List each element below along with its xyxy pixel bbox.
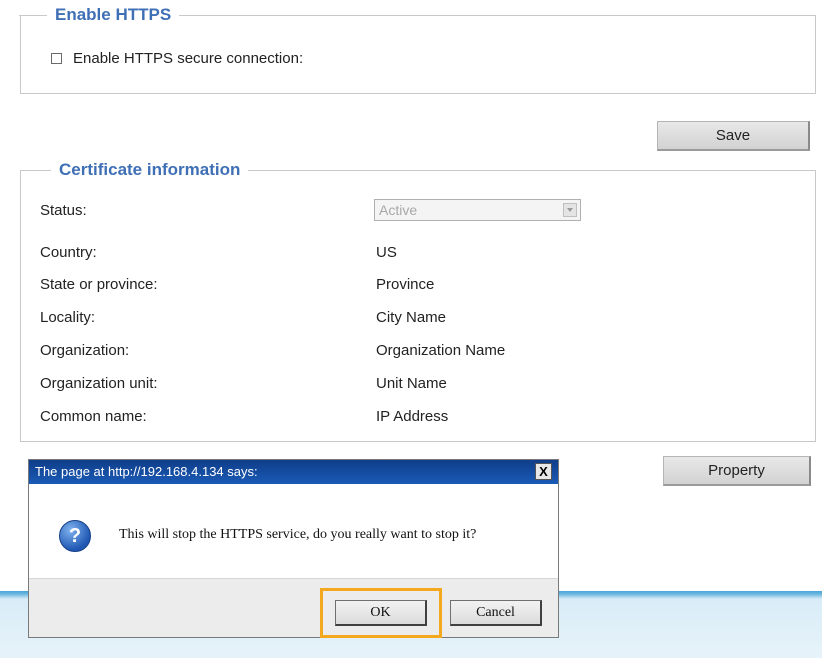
enable-https-row: Enable HTTPS secure connection: (51, 50, 303, 67)
common-name-label: Common name: (40, 408, 147, 425)
state-label: State or province: (40, 276, 158, 293)
certificate-legend: Certificate information (22, 160, 249, 180)
status-label: Status: (40, 202, 87, 219)
ok-highlight-box (320, 588, 442, 638)
locality-label: Locality: (40, 309, 96, 326)
organization-unit-value: Unit Name (376, 375, 447, 392)
close-icon[interactable]: X (535, 463, 552, 480)
status-select[interactable]: Active (374, 199, 581, 221)
enable-https-checkbox[interactable] (51, 53, 62, 64)
enable-https-legend: Enable HTTPS (18, 5, 180, 25)
dialog-message: This will stop the HTTPS service, do you… (119, 527, 477, 542)
dialog-titlebar[interactable]: The page at http://192.168.4.134 says: X (29, 460, 558, 484)
dialog-title: The page at http://192.168.4.134 says: (35, 464, 258, 479)
status-select-value: Active (379, 202, 418, 218)
organization-unit-label: Organization unit: (40, 375, 158, 392)
enable-https-group: Enable HTTPS Enable HTTPS secure connect… (18, 5, 816, 94)
chevron-down-icon (563, 203, 577, 217)
country-label: Country: (40, 244, 97, 261)
question-icon: ? (59, 520, 91, 552)
save-button[interactable]: Save (657, 121, 810, 151)
dialog-footer: OK Cancel (29, 578, 558, 637)
organization-value: Organization Name (376, 342, 506, 359)
locality-value: City Name (376, 309, 447, 326)
state-value: Province (376, 276, 435, 293)
country-value: US (376, 244, 397, 261)
common-name-value: IP Address (376, 408, 449, 425)
alert-dialog: The page at http://192.168.4.134 says: X… (28, 459, 559, 638)
organization-label: Organization: (40, 342, 130, 359)
enable-https-checkbox-label: Enable HTTPS secure connection: (73, 50, 304, 67)
property-button[interactable]: Property (663, 456, 811, 486)
cancel-button[interactable]: Cancel (450, 600, 542, 626)
